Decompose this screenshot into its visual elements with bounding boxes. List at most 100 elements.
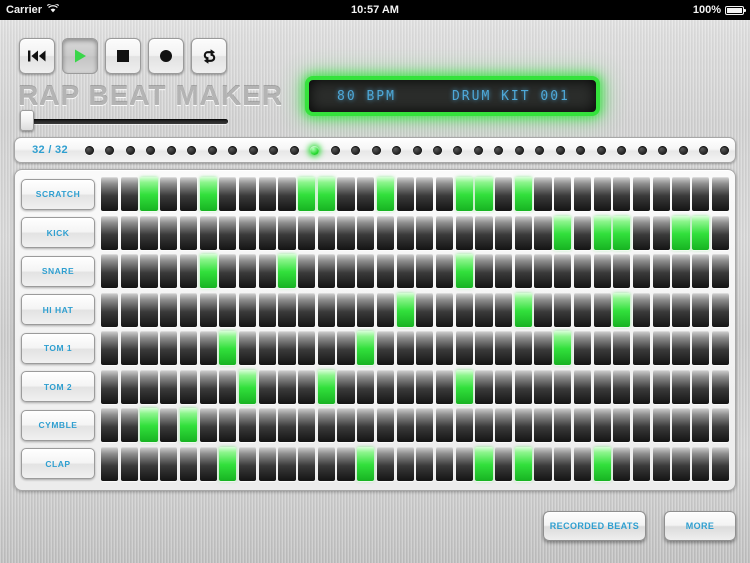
step-cell-hi-hat-7[interactable] — [219, 292, 237, 327]
step-cell-hi-hat-31[interactable] — [692, 292, 710, 327]
step-dot-21[interactable] — [494, 145, 504, 155]
step-cell-scratch-4[interactable] — [160, 177, 178, 212]
step-dot-26[interactable] — [596, 145, 606, 155]
step-cell-clap-24[interactable] — [554, 446, 572, 481]
step-cell-hi-hat-25[interactable] — [573, 292, 592, 327]
step-cell-clap-22[interactable] — [514, 446, 532, 481]
step-cell-kick-22[interactable] — [514, 215, 532, 250]
step-cell-kick-21[interactable] — [495, 215, 513, 250]
step-dot-16[interactable] — [392, 145, 402, 155]
step-cell-scratch-20[interactable] — [475, 177, 493, 212]
step-dot-4[interactable] — [146, 145, 156, 155]
step-cell-hi-hat-8[interactable] — [238, 292, 257, 327]
step-cell-scratch-21[interactable] — [495, 177, 513, 212]
step-cell-snare-14[interactable] — [357, 254, 375, 289]
step-cell-tom-2-27[interactable] — [613, 369, 631, 404]
step-cell-tom-2-24[interactable] — [554, 369, 572, 404]
step-cell-tom-2-30[interactable] — [672, 369, 690, 404]
step-cell-hi-hat-10[interactable] — [278, 292, 296, 327]
step-cell-tom-1-13[interactable] — [337, 331, 355, 366]
step-cell-snare-28[interactable] — [632, 254, 651, 289]
step-cell-cymble-3[interactable] — [140, 408, 158, 443]
step-cell-tom-1-2[interactable] — [120, 331, 138, 366]
step-dot-7[interactable] — [207, 145, 217, 155]
step-cell-tom-1-19[interactable] — [455, 331, 473, 366]
step-cell-scratch-22[interactable] — [514, 177, 532, 212]
step-cell-clap-25[interactable] — [573, 446, 592, 481]
step-cell-clap-27[interactable] — [613, 446, 631, 481]
step-cell-snare-17[interactable] — [416, 254, 434, 289]
step-cell-tom-2-22[interactable] — [514, 369, 532, 404]
step-cell-cymble-26[interactable] — [593, 408, 611, 443]
step-cell-cymble-20[interactable] — [475, 408, 493, 443]
track-label-snare[interactable]: SNARE — [21, 255, 95, 287]
step-cell-kick-30[interactable] — [672, 215, 690, 250]
step-cell-tom-1-27[interactable] — [613, 331, 631, 366]
step-cell-scratch-31[interactable] — [692, 177, 710, 212]
step-cell-hi-hat-12[interactable] — [317, 292, 335, 327]
step-cell-kick-6[interactable] — [199, 215, 217, 250]
step-cell-kick-1[interactable] — [101, 215, 119, 250]
step-cell-hi-hat-26[interactable] — [593, 292, 611, 327]
step-cell-hi-hat-5[interactable] — [179, 292, 198, 327]
more-button[interactable]: MORE — [664, 511, 736, 541]
step-dot-30[interactable] — [678, 145, 688, 155]
step-dot-15[interactable] — [371, 145, 381, 155]
step-cell-snare-21[interactable] — [495, 254, 513, 289]
step-cell-snare-29[interactable] — [652, 254, 670, 289]
step-cell-kick-7[interactable] — [219, 215, 237, 250]
step-cell-tom-1-15[interactable] — [376, 331, 395, 366]
step-cell-scratch-13[interactable] — [337, 177, 355, 212]
step-cell-clap-11[interactable] — [298, 446, 316, 481]
step-cell-snare-10[interactable] — [278, 254, 296, 289]
step-dot-32[interactable] — [719, 145, 729, 155]
step-cell-cymble-31[interactable] — [692, 408, 710, 443]
step-cell-tom-2-1[interactable] — [101, 369, 119, 404]
step-cell-tom-2-19[interactable] — [455, 369, 473, 404]
step-cell-hi-hat-18[interactable] — [435, 292, 454, 327]
step-cell-scratch-6[interactable] — [199, 177, 217, 212]
step-cell-cymble-30[interactable] — [672, 408, 690, 443]
step-cell-kick-28[interactable] — [632, 215, 651, 250]
step-cell-snare-24[interactable] — [554, 254, 572, 289]
step-cell-hi-hat-19[interactable] — [455, 292, 473, 327]
step-dot-19[interactable] — [453, 145, 463, 155]
step-cell-tom-2-28[interactable] — [632, 369, 651, 404]
step-dot-12[interactable] — [310, 145, 320, 155]
step-cell-cymble-23[interactable] — [534, 408, 552, 443]
step-cell-tom-2-9[interactable] — [258, 369, 276, 404]
step-cell-kick-8[interactable] — [238, 215, 257, 250]
step-cell-tom-2-13[interactable] — [337, 369, 355, 404]
step-cell-clap-12[interactable] — [317, 446, 335, 481]
step-cell-scratch-7[interactable] — [219, 177, 237, 212]
step-cell-tom-1-10[interactable] — [278, 331, 296, 366]
step-cell-kick-16[interactable] — [396, 215, 414, 250]
step-cell-snare-15[interactable] — [376, 254, 395, 289]
step-cell-cymble-4[interactable] — [160, 408, 178, 443]
step-dot-11[interactable] — [289, 145, 299, 155]
step-cell-hi-hat-24[interactable] — [554, 292, 572, 327]
step-cell-clap-15[interactable] — [376, 446, 395, 481]
step-cell-tom-1-11[interactable] — [298, 331, 316, 366]
track-label-kick[interactable]: KICK — [21, 217, 95, 249]
step-cell-snare-1[interactable] — [101, 254, 119, 289]
step-cell-kick-19[interactable] — [455, 215, 473, 250]
step-cell-tom-1-22[interactable] — [514, 331, 532, 366]
rewind-button[interactable] — [19, 38, 55, 74]
step-cell-snare-30[interactable] — [672, 254, 690, 289]
step-cell-scratch-2[interactable] — [120, 177, 138, 212]
step-cell-tom-1-14[interactable] — [357, 331, 375, 366]
step-cell-kick-12[interactable] — [317, 215, 335, 250]
step-cell-cymble-14[interactable] — [357, 408, 375, 443]
step-cell-tom-2-11[interactable] — [298, 369, 316, 404]
step-cell-kick-15[interactable] — [376, 215, 395, 250]
step-cell-tom-1-1[interactable] — [101, 331, 119, 366]
step-cell-kick-5[interactable] — [179, 215, 198, 250]
step-cell-cymble-24[interactable] — [554, 408, 572, 443]
step-cell-cymble-19[interactable] — [455, 408, 473, 443]
step-cell-snare-8[interactable] — [238, 254, 257, 289]
step-dot-18[interactable] — [432, 145, 442, 155]
step-cell-cymble-16[interactable] — [396, 408, 414, 443]
step-cell-kick-10[interactable] — [278, 215, 296, 250]
track-label-clap[interactable]: CLAP — [21, 448, 95, 480]
